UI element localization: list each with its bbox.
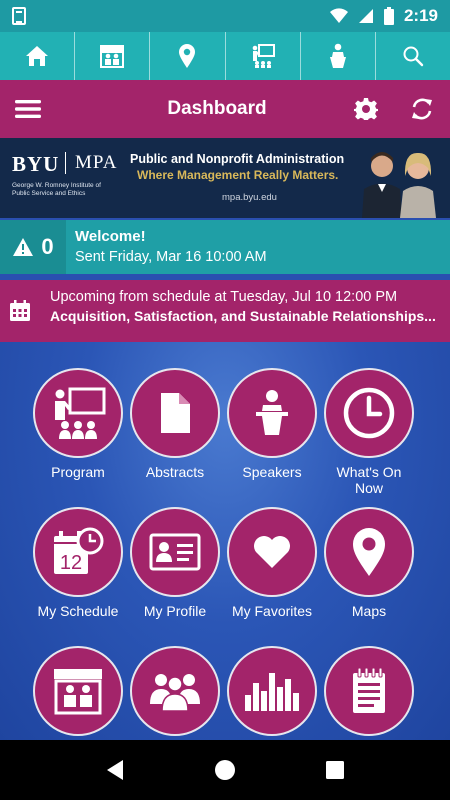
alert-counter[interactable]: 0 (0, 220, 66, 274)
upcoming-time: Upcoming from schedule at Tuesday, Jul 1… (50, 289, 398, 305)
alert-count: 0 (41, 234, 54, 259)
tile-abstracts[interactable]: Abstracts (127, 368, 223, 480)
tile-maps[interactable]: Maps (321, 507, 417, 619)
clock-icon (343, 387, 395, 439)
map-pin-icon (353, 528, 385, 576)
nav-map[interactable] (150, 32, 226, 80)
calendar-icon: 12 (54, 527, 104, 574)
id-card-icon (149, 533, 201, 571)
menu-button[interactable] (0, 80, 56, 138)
group-icon (150, 674, 200, 712)
top-nav (0, 32, 450, 80)
tile-label: My Profile (143, 603, 207, 619)
tile-attendees[interactable] (127, 646, 223, 740)
system-nav-bar (0, 740, 450, 800)
nav-home[interactable] (0, 32, 76, 80)
banner-headline: Public and Nonprofit Administration (130, 152, 345, 166)
tile-my-favorites[interactable]: My Favorites (224, 507, 320, 619)
banner-photo (362, 152, 436, 218)
home-circle-icon[interactable] (214, 759, 236, 781)
speaker-podium-icon (329, 43, 346, 68)
banner-tagline: Where Management Really Matters. (137, 168, 339, 182)
gear-icon (354, 98, 378, 120)
title-bar: Dashboard (0, 80, 450, 138)
refresh-icon (412, 98, 432, 120)
settings-button[interactable] (338, 80, 394, 138)
exhibitor-booth-icon (54, 669, 102, 715)
podium-icon (256, 390, 288, 435)
recents-icon[interactable] (325, 760, 345, 780)
status-bar: 2:19 (0, 0, 450, 32)
exhibitor-booth-icon (100, 45, 125, 68)
banner-url: mpa.byu.edu (222, 192, 277, 203)
message-timestamp: Sent Friday, Mar 16 10:00 AM (75, 249, 267, 265)
tile-notes[interactable] (321, 646, 417, 740)
notification-icon (12, 7, 26, 25)
sponsor-banner[interactable]: BYU MPA George W. Romney Institute of Pu… (0, 138, 450, 218)
svg-text:12: 12 (60, 552, 82, 574)
nav-exhibitors[interactable] (75, 32, 151, 80)
nav-program[interactable] (226, 32, 301, 80)
back-icon[interactable] (105, 759, 125, 781)
tile-speakers[interactable]: Speakers (224, 368, 320, 480)
tile-label: My Schedule (37, 603, 119, 619)
banner-brand: BYU (12, 152, 60, 176)
tile-label: What's On Now (336, 464, 402, 496)
presentation-icon (252, 44, 275, 68)
tile-whats-on-now[interactable]: What's On Now (321, 368, 417, 496)
tile-label: Speakers (242, 464, 302, 480)
welcome-message[interactable]: 0 Welcome! Sent Friday, Mar 16 10:00 AM (0, 220, 450, 274)
heart-icon (254, 536, 290, 568)
document-icon (161, 393, 190, 433)
tile-city[interactable] (224, 646, 320, 740)
nav-speakers[interactable] (301, 32, 376, 80)
signal-icon (358, 9, 373, 23)
refresh-button[interactable] (394, 80, 450, 138)
banner-institute: George W. Romney Institute of Public Ser… (12, 182, 101, 197)
search-icon (403, 46, 424, 67)
presentation-icon (55, 387, 106, 439)
tile-label: Program (51, 464, 105, 480)
warning-icon (13, 238, 34, 256)
notepad-icon (353, 667, 385, 713)
banner-program: MPA (65, 152, 117, 174)
calendar-icon (10, 300, 30, 321)
hamburger-menu-icon (15, 100, 41, 118)
tile-label: Abstracts (145, 464, 205, 480)
tile-my-schedule[interactable]: 12 My Schedule (30, 507, 126, 619)
tile-program[interactable]: Program (30, 368, 126, 480)
wifi-icon (329, 8, 348, 23)
page-title: Dashboard (167, 98, 267, 119)
message-title: Welcome! (75, 228, 146, 245)
home-icon (26, 46, 49, 66)
tile-exhibitors[interactable] (30, 646, 126, 740)
battery-icon (383, 7, 394, 25)
upcoming-session-title: Acquisition, Satisfaction, and Sustainab… (50, 308, 436, 324)
status-time: 2:19 (403, 6, 438, 25)
tile-label: My Favorites (231, 603, 313, 619)
city-icon (245, 673, 299, 711)
upcoming-schedule[interactable]: Upcoming from schedule at Tuesday, Jul 1… (0, 280, 450, 342)
tile-my-profile[interactable]: My Profile (127, 507, 223, 619)
nav-search[interactable] (376, 32, 450, 80)
tile-label: Maps (351, 603, 387, 619)
map-pin-icon (179, 44, 196, 68)
dashboard-grid: Program Abstracts Speakers What's On Now… (0, 342, 450, 740)
